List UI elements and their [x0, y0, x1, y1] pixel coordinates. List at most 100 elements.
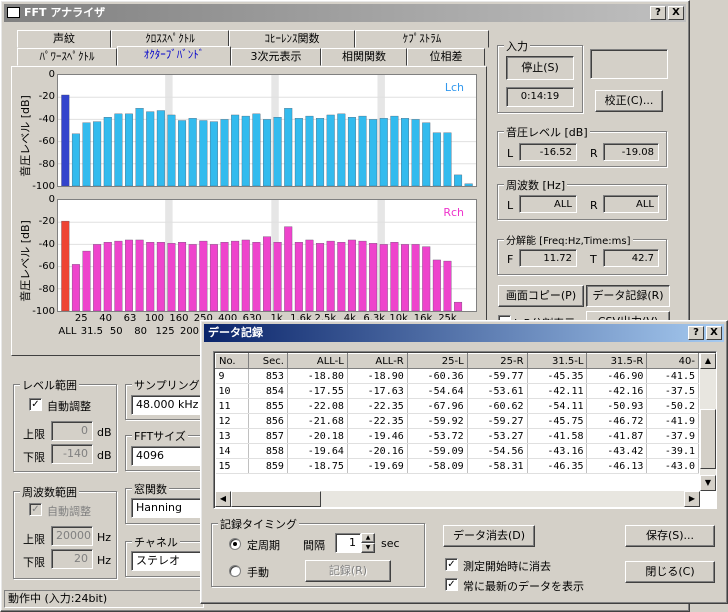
bar-rch-8 [146, 242, 155, 311]
level-upper-input[interactable]: 0 [51, 421, 93, 441]
bar-lch-13 [199, 120, 208, 186]
bar-rch-22 [294, 242, 303, 311]
table-row[interactable]: 13 857 -20.18 -19.46 -53.72 -53.27 -41.58 -41.8… [215, 428, 699, 444]
freq-lower-unit: Hz [97, 554, 112, 567]
column-header[interactable]: 25-L [406, 353, 468, 369]
freq-auto-checkbox[interactable]: ✓ [29, 503, 42, 516]
level-lower-input[interactable]: -140 [51, 444, 93, 464]
show-latest-checkbox[interactable]: ✓ [445, 578, 458, 591]
spin-down-icon[interactable]: ▼ [361, 543, 375, 553]
interval-spinner[interactable]: ▲ ▼ [361, 533, 375, 553]
vertical-scrollbar[interactable]: ▲ ▼ [700, 353, 716, 491]
tab-3d-view[interactable]: 3次元表示 [231, 48, 321, 66]
bar-lch-33 [411, 119, 420, 186]
table-row[interactable]: 14 858 -19.64 -20.16 -59.09 -54.56 -43.16 -43.4… [215, 443, 699, 459]
scroll-down-arrow[interactable]: ▼ [700, 475, 716, 491]
app-icon [7, 7, 20, 18]
table-cell: -46.90 [586, 368, 648, 384]
bar-lch-2 [82, 122, 91, 186]
sampling-select[interactable]: 48.000 kHz [131, 395, 205, 415]
table-row[interactable]: 10 854 -17.55 -17.63 -54.64 -53.61 -42.11 -42.1… [215, 383, 699, 399]
column-header[interactable]: 25-R [466, 353, 528, 369]
tab-cepstrum[interactable]: ｹﾌﾟｽﾄﾗﾑ [355, 30, 489, 48]
close-button[interactable]: X [668, 6, 684, 20]
column-header[interactable]: 31.5-R [586, 353, 648, 369]
bar-rch-37 [454, 301, 463, 311]
table-row[interactable]: 12 856 -21.68 -22.35 -59.92 -59.27 -45.75 -46.7… [215, 413, 699, 429]
bar-lch-23 [305, 115, 314, 186]
interval-input[interactable]: 1 [335, 533, 361, 553]
tab-correlation[interactable]: 相関関数 [321, 48, 407, 66]
table-cell: -54.11 [527, 398, 588, 414]
table-cell: -43.42 [586, 443, 648, 459]
table-cell: -17.55 [287, 383, 348, 399]
bar-rch-26 [337, 242, 346, 311]
bar-rch-7 [135, 239, 144, 311]
table-row[interactable]: 15 859 -18.75 -19.69 -58.09 -58.31 -46.35 -46.1… [215, 458, 699, 474]
bar-rch-27 [347, 239, 356, 311]
screen-copy-button[interactable]: 画面コピー(P) [498, 285, 584, 307]
horizontal-scroll-thumb[interactable] [231, 491, 321, 507]
scroll-left-arrow[interactable]: ◀ [215, 491, 231, 507]
tab-octave-band[interactable]: ｵｸﾀｰﾌﾞﾊﾞﾝﾄﾞ [117, 46, 231, 66]
data-record-button[interactable]: データ記録(R) [586, 285, 670, 307]
tab-coherence[interactable]: ｺﾋｰﾚﾝｽ関数 [229, 30, 355, 48]
calibrate-button[interactable]: 校正(C)... [595, 90, 663, 112]
tab-phase-diff[interactable]: 位相差 [407, 48, 485, 66]
bar-lch-38 [464, 183, 473, 186]
dialog-close-btn[interactable]: 閉じる(C) [625, 561, 715, 583]
table-row[interactable]: 11 855 -22.08 -22.35 -67.96 -60.62 -54.11 -50.9… [215, 398, 699, 414]
spin-up-icon[interactable]: ▲ [361, 533, 375, 543]
tab-voiceprint[interactable]: 声紋 [17, 30, 111, 48]
bar-rch-16 [231, 240, 240, 311]
record-button[interactable]: 記録(R) [305, 560, 391, 582]
y-tick-label: -100 [32, 181, 55, 192]
bar-lch-0 [61, 94, 70, 186]
bar-lch-30 [379, 118, 388, 186]
column-header[interactable]: Sec. [247, 353, 288, 369]
table-cell: -22.35 [347, 413, 408, 429]
table-cell: -22.08 [287, 398, 348, 414]
scroll-right-arrow[interactable]: ▶ [684, 491, 700, 507]
window-fn-select[interactable]: Hanning [131, 498, 205, 518]
help-button[interactable]: ? [650, 6, 666, 20]
res-t-label: T [590, 253, 597, 266]
column-header[interactable]: ALL-R [346, 353, 408, 369]
lch-chart: Lch [57, 74, 477, 187]
clear-on-start-checkbox[interactable]: ✓ [445, 558, 458, 571]
table-cell: -19.64 [287, 443, 348, 459]
table-cell: -59.77 [467, 368, 528, 384]
fft-size-select[interactable]: 4096 [131, 446, 205, 466]
channel-select[interactable]: ステレオ [131, 551, 205, 571]
clear-data-button[interactable]: データ消去(D) [443, 525, 535, 547]
bar-lch-4 [103, 117, 112, 186]
manual-radio[interactable] [229, 565, 241, 577]
column-header[interactable]: ALL-L [286, 353, 348, 369]
scroll-up-arrow[interactable]: ▲ [700, 353, 716, 369]
save-button[interactable]: 保存(S)... [625, 525, 715, 547]
horizontal-scrollbar[interactable]: ◀ ▶ [215, 491, 700, 507]
table-cell: -58.09 [407, 458, 468, 474]
table-cell: -41.58 [527, 428, 588, 444]
table-cell: 854 [248, 383, 288, 399]
periodic-radio[interactable] [229, 538, 241, 550]
rch-label: Rch [443, 206, 464, 219]
tab-power-spectrum[interactable]: ﾊﾟﾜｰｽﾍﾟｸﾄﾙ [17, 48, 117, 66]
column-header[interactable]: 40- [646, 353, 699, 369]
level-auto-checkbox[interactable]: ✓ [29, 398, 42, 411]
freq-lower-input[interactable]: 20 [51, 549, 93, 569]
table-row[interactable]: 9 853 -18.80 -18.90 -60.36 -59.77 -45.35 -46.90… [215, 368, 699, 384]
column-header[interactable]: No. [215, 353, 249, 369]
column-header[interactable]: 31.5-L [526, 353, 588, 369]
freq-upper-unit: Hz [97, 531, 112, 544]
dialog-close-button[interactable]: X [706, 326, 722, 340]
table-cell: -58.31 [467, 458, 528, 474]
resolution-group-label: 分解能 [Freq:Hz,Time:ms] [504, 232, 633, 247]
dialog-help-button[interactable]: ? [688, 326, 704, 340]
bar-rch-28 [358, 240, 367, 311]
stop-button[interactable]: 停止(S) [506, 56, 574, 80]
vertical-scroll-thumb[interactable] [700, 409, 716, 469]
freq-upper-input[interactable]: 20000 [51, 526, 93, 546]
bar-lch-25 [326, 114, 335, 186]
bar-rch-20 [273, 242, 282, 311]
